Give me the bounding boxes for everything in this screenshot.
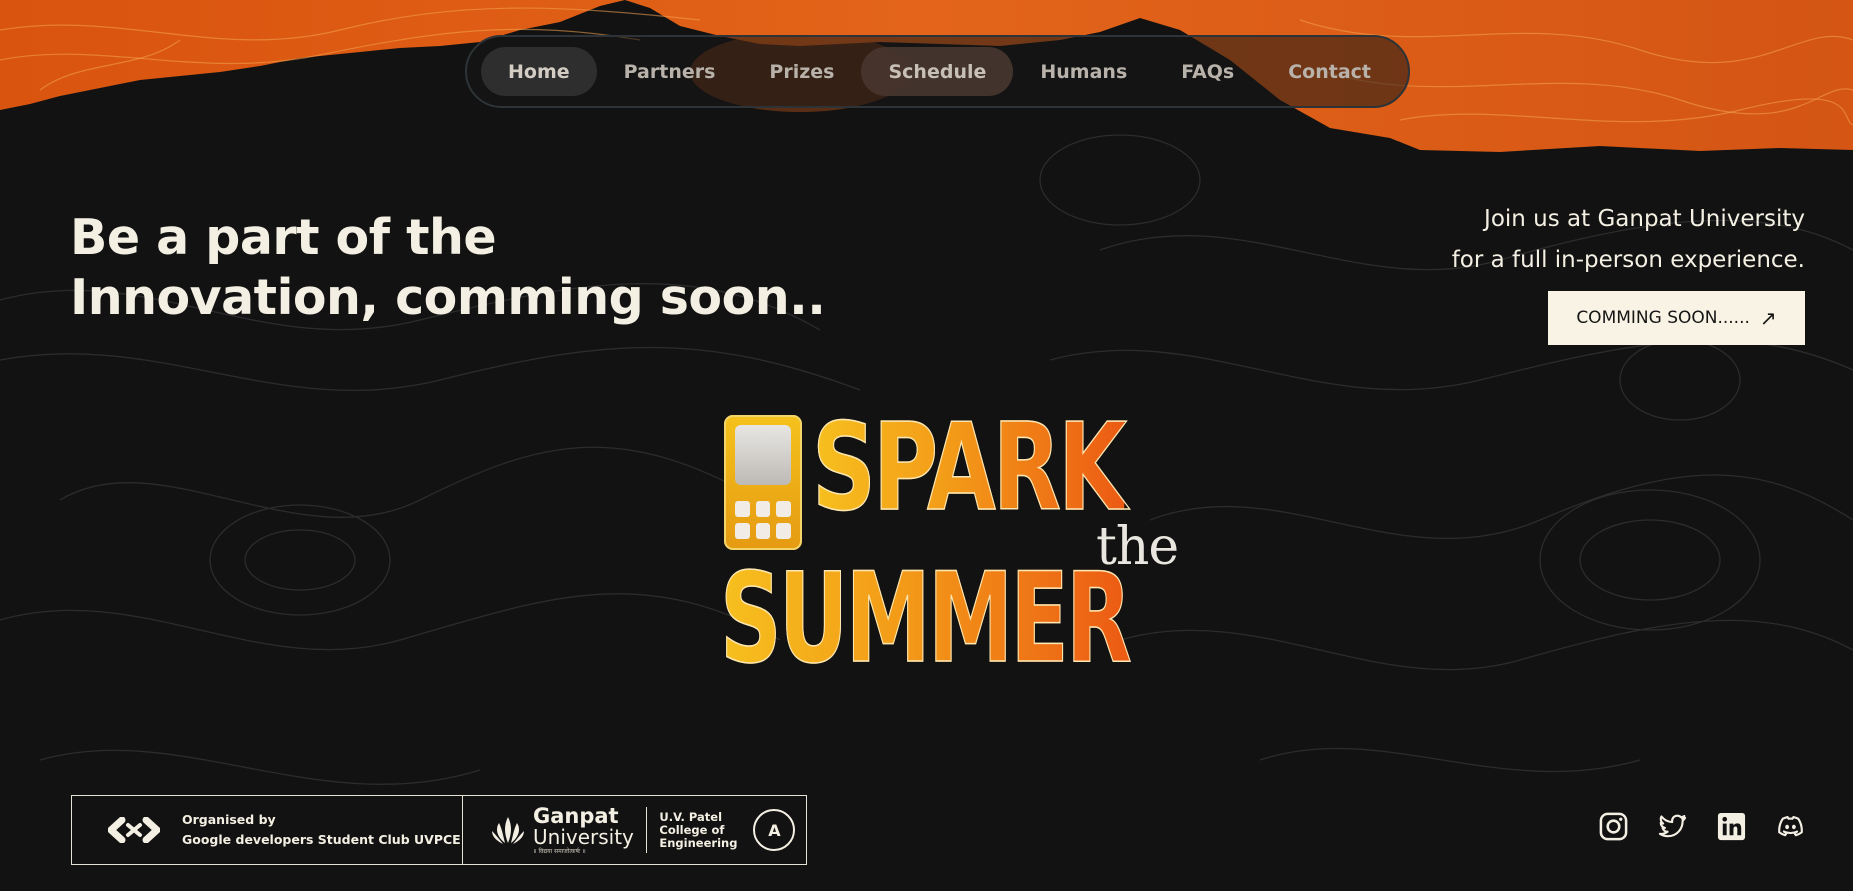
university-motto: ॥ विद्यया समाजोत्कर्षः ॥	[533, 847, 586, 855]
arrow-up-right-icon: ↗	[1759, 306, 1777, 330]
organised-by-label: Organised by	[182, 812, 276, 827]
nav-contact[interactable]: Contact	[1261, 47, 1398, 96]
naac-grade: A	[768, 820, 781, 840]
coming-soon-button[interactable]: COMMING SOON...... ↗	[1548, 291, 1805, 345]
logo-word-summer: SUMMER	[719, 546, 1132, 692]
gdsc-block: Organised by Google developers Student C…	[72, 796, 463, 864]
nav-schedule[interactable]: Schedule	[861, 47, 1014, 96]
university-block: Ganpat University ॥ विद्यया समाजोत्कर्षः…	[463, 796, 806, 864]
college-name-line-2: College of	[659, 822, 725, 837]
university-name-2: University	[533, 824, 634, 849]
logo-word-the: the	[1096, 517, 1179, 577]
top-navigation: Home Partners Prizes Schedule Humans FAQ…	[465, 35, 1410, 108]
divider	[645, 807, 648, 853]
nav-humans[interactable]: Humans	[1013, 47, 1154, 96]
twitter-icon[interactable]	[1657, 811, 1688, 842]
coming-soon-label: COMMING SOON......	[1576, 308, 1750, 328]
logo-word-spark: SPARK	[811, 398, 1127, 539]
nav-partners[interactable]: Partners	[597, 47, 743, 96]
join-line-1: Join us at Ganpat University	[1484, 206, 1805, 232]
phone-icon	[724, 415, 802, 550]
college-name-line-1: U.V. Patel	[659, 809, 723, 824]
gdsc-logo-icon	[108, 817, 160, 843]
organiser-name: Google developers Student Club UVPCE	[182, 832, 461, 847]
hero-title-line-2: Innovation, comming soon..	[70, 269, 826, 326]
nav-home[interactable]: Home	[481, 47, 597, 96]
spark-the-summer-logo: SPARK SUMMER the	[719, 398, 1200, 695]
nav-faqs[interactable]: FAQs	[1154, 47, 1261, 96]
linkedin-icon[interactable]	[1716, 811, 1747, 842]
social-links	[1598, 811, 1806, 842]
join-line-2: for a full in-person experience.	[1451, 247, 1805, 273]
discord-icon[interactable]	[1775, 811, 1806, 842]
hero-title-line-1: Be a part of the	[70, 209, 497, 266]
university-name-1: Ganpat	[533, 803, 619, 828]
college-name: U.V. Patel College of Engineering	[659, 809, 738, 850]
ganpat-university-logo-icon	[492, 817, 524, 844]
instagram-icon[interactable]	[1598, 811, 1629, 842]
nav-prizes[interactable]: Prizes	[742, 47, 861, 96]
join-info: Join us at Ganpat University for a full …	[1452, 199, 1805, 281]
naac-badge-icon: A	[753, 809, 796, 851]
organiser-box: Organised by Google developers Student C…	[71, 795, 807, 865]
hero-title: Be a part of the Innovation, comming soo…	[70, 208, 826, 328]
college-name-line-3: Engineering	[659, 835, 738, 850]
